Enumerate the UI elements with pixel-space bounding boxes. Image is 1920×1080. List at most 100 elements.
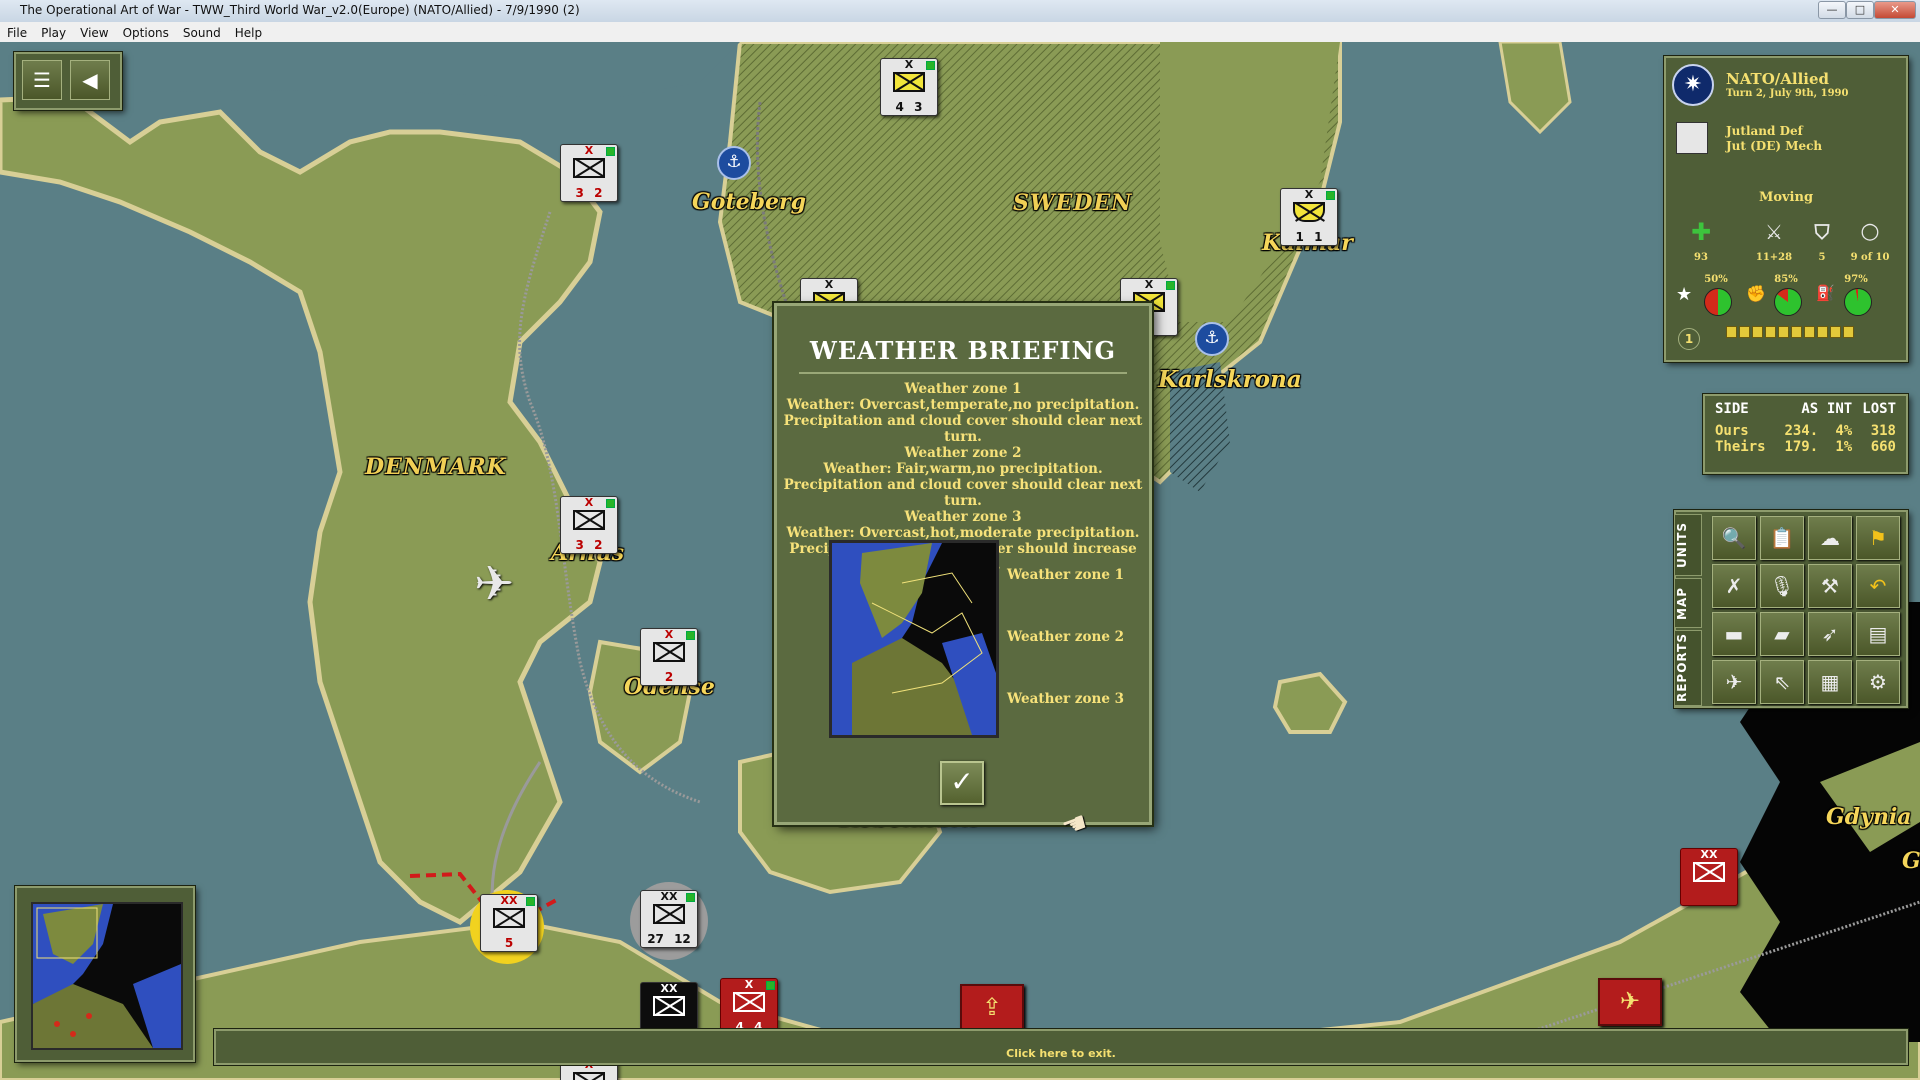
arrow-icon: ⇖ xyxy=(1773,670,1791,694)
selected-unit-counter[interactable]: XX 5 xyxy=(480,894,538,952)
exit-bar[interactable]: Click here to exit. xyxy=(214,1029,1908,1065)
minimap[interactable] xyxy=(31,902,183,1050)
supply-level-badge: 1 xyxy=(1678,328,1700,350)
armor-icon: ▰ xyxy=(1774,622,1790,646)
unit-counter[interactable]: X1 1 xyxy=(1280,188,1338,246)
cancel-attack-icon: ✗ xyxy=(1725,574,1743,598)
missile-button[interactable]: ➶ xyxy=(1808,612,1852,656)
maximize-button[interactable]: □ xyxy=(1846,1,1874,19)
armor-button[interactable]: ▰ xyxy=(1760,612,1804,656)
airbase-marker-icon[interactable]: ⇪ xyxy=(960,984,1024,1032)
return-arrow-button[interactable]: ↶ xyxy=(1856,564,1900,608)
movement-pip xyxy=(1817,326,1828,338)
medical-cross-icon: ✚ xyxy=(1690,218,1712,246)
country-label-sweden: SWEDEN xyxy=(1013,190,1133,216)
command-palette: UNITS MAP REPORTS 🔍 📋 ☁ ⚑ ✗ 🎙 ⚒ ↶ ▬ ▰ ➶ ▤ ✈ ⇖ ▦ ⚙ xyxy=(1674,510,1908,708)
weather-zone-map xyxy=(829,540,999,738)
menu-bar: File Play View Options Sound Help xyxy=(0,22,1920,43)
movement-pip xyxy=(1843,326,1854,338)
percent-value: 50% xyxy=(1704,274,1728,285)
clipboard-icon: 📋 xyxy=(1769,526,1795,550)
title-divider xyxy=(799,372,1127,374)
supply-pie xyxy=(1844,288,1872,316)
percent-value: 97% xyxy=(1844,274,1868,285)
city-label-karlskrona: Karlskrona xyxy=(1158,366,1302,393)
engineer-button[interactable]: ⚙ xyxy=(1856,660,1900,704)
unit-counter[interactable]: X2 xyxy=(640,628,698,686)
readiness-pie xyxy=(1704,288,1732,316)
airstrike-button[interactable]: ✈ xyxy=(1712,660,1756,704)
microphone-button[interactable]: 🎙 xyxy=(1760,564,1804,608)
table-row: Theirs 179. 1% 660 xyxy=(1715,439,1896,455)
return-arrow-icon: ↶ xyxy=(1869,574,1887,598)
grid-icon: ▦ xyxy=(1820,670,1840,694)
artillery-button[interactable]: ⚒ xyxy=(1808,564,1852,608)
unit-counter[interactable]: X3 2 xyxy=(560,144,618,202)
weather-line: Weather zone 1 xyxy=(904,381,1022,397)
tab-units[interactable]: UNITS xyxy=(1674,514,1702,576)
cancel-attack-button[interactable]: ✗ xyxy=(1712,564,1756,608)
weather-zone-label: Weather zone 2 xyxy=(1007,629,1125,645)
weather-briefing-dialog: WEATHER BRIEFING Weather zone 1 Weather:… xyxy=(774,303,1152,825)
city-label-gdynia: Gdynia xyxy=(1826,804,1912,830)
proficiency-pie xyxy=(1774,288,1802,316)
column-header: LOST xyxy=(1862,401,1896,417)
unit-type: Jut (DE) Mech xyxy=(1726,139,1823,153)
weather-button[interactable]: ☁ xyxy=(1808,516,1852,560)
port-anchor-icon: ⚓ xyxy=(717,146,751,180)
weather-line: Precipitation and cloud cover should cle… xyxy=(783,477,1143,509)
flag-button[interactable]: ⚑ xyxy=(1856,516,1900,560)
airbase-plane-icon: ✈ xyxy=(474,556,515,612)
airfield-marker-icon[interactable]: ✈ xyxy=(1598,978,1662,1026)
weather-line: Precipitation and cloud cover should cle… xyxy=(783,413,1143,445)
menu-sound[interactable]: Sound xyxy=(176,24,228,42)
menu-help[interactable]: Help xyxy=(228,24,269,42)
movement-pip xyxy=(1765,326,1776,338)
document-button[interactable]: ▤ xyxy=(1856,612,1900,656)
clipboard-button[interactable]: 📋 xyxy=(1760,516,1804,560)
star-icon: ★ xyxy=(1676,284,1693,305)
stat-value: 9 of 10 xyxy=(1850,252,1890,263)
exit-label: Click here to exit. xyxy=(1006,1047,1116,1060)
back-button[interactable]: ◀ xyxy=(70,60,110,100)
menu-options[interactable]: Options xyxy=(116,24,176,42)
tank-button[interactable]: ▬ xyxy=(1712,612,1756,656)
arrow-button[interactable]: ⇖ xyxy=(1760,660,1804,704)
ring-icon: ○ xyxy=(1860,219,1880,244)
unit-counter[interactable]: X4 3 xyxy=(880,58,938,116)
column-header: SIDE xyxy=(1715,401,1749,417)
unit-counter[interactable]: X3 2 xyxy=(560,496,618,554)
ok-button[interactable]: ✓ xyxy=(940,761,984,805)
unit-list-button[interactable]: ☰ xyxy=(22,60,62,100)
airstrike-icon: ✈ xyxy=(1725,670,1743,694)
menu-file[interactable]: File xyxy=(0,24,34,42)
unit-counter[interactable]: XX xyxy=(1680,848,1738,906)
city-label-edge: G xyxy=(1902,848,1920,874)
weather-line: Weather: Overcast,hot,moderate precipita… xyxy=(786,525,1140,541)
column-header: INT xyxy=(1826,401,1853,417)
unit-counter[interactable]: XX 27 12 xyxy=(640,890,698,948)
window-title: The Operational Art of War - TWW_Third W… xyxy=(20,3,580,17)
engineer-icon: ⚙ xyxy=(1869,670,1887,694)
stat-value: 5 xyxy=(1818,252,1826,263)
close-button[interactable]: ✕ xyxy=(1874,1,1916,19)
minimize-button[interactable]: — xyxy=(1818,1,1846,19)
minimap-panel[interactable] xyxy=(15,886,195,1062)
unit-thumbnail-icon[interactable] xyxy=(1676,122,1708,154)
unit-counter[interactable]: X4 4 xyxy=(720,978,778,1036)
strength-table: SIDE AS INT LOST Ours 234. 4% 318 Theirs… xyxy=(1713,400,1898,455)
document-icon: ▤ xyxy=(1868,622,1888,646)
grid-button[interactable]: ▦ xyxy=(1808,660,1852,704)
top-left-toolbar: ☰ ◀ xyxy=(14,52,122,110)
tab-map[interactable]: MAP xyxy=(1674,578,1702,628)
tab-reports[interactable]: REPORTS xyxy=(1674,630,1702,706)
unit-name: Jutland Def xyxy=(1726,124,1803,138)
tank-icon: ▬ xyxy=(1724,622,1744,646)
menu-play[interactable]: Play xyxy=(34,24,73,42)
unit-status: Moving xyxy=(1758,190,1814,205)
magnifier-button[interactable]: 🔍 xyxy=(1712,516,1756,560)
percent-value: 85% xyxy=(1774,274,1798,285)
menu-view[interactable]: View xyxy=(73,24,115,42)
weather-icon: ☁ xyxy=(1820,526,1840,550)
weather-line: Weather: Overcast,temperate,no precipita… xyxy=(786,397,1140,413)
